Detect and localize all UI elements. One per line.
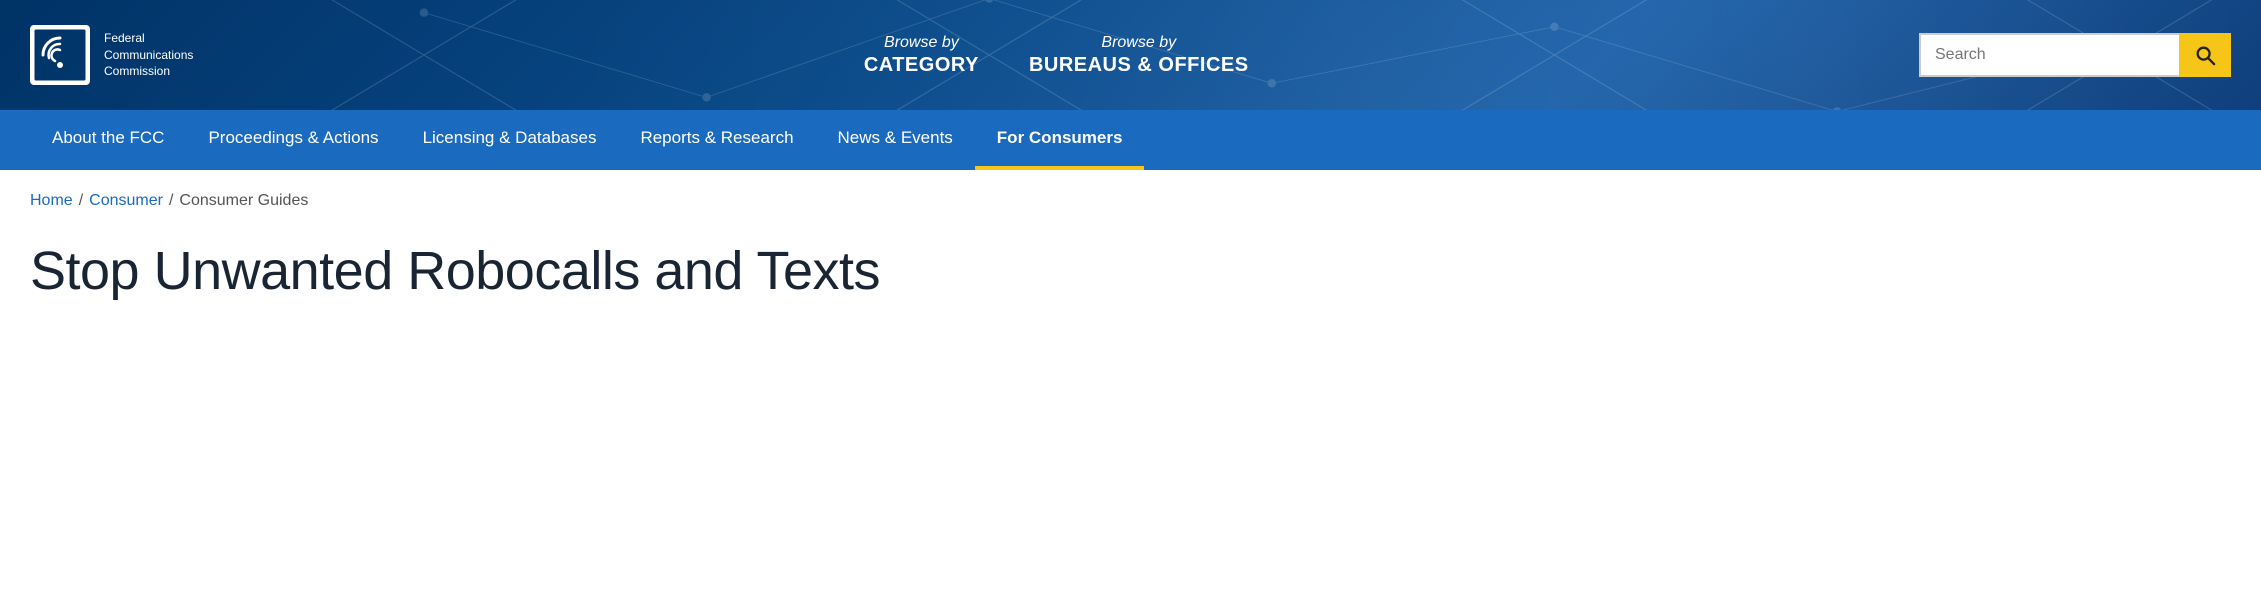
logo-area[interactable]: Federal Communications Commission [30,25,193,85]
browse-bureaus-button[interactable]: Browse by BUREAUS & OFFICES [1029,33,1249,76]
browse-bureaus-prefix: Browse by [1029,33,1249,52]
page-title: Stop Unwanted Robocalls and Texts [30,240,2231,302]
search-input[interactable] [1919,33,2179,77]
breadcrumb: Home / Consumer / Consumer Guides [30,192,2231,210]
nav-item-about[interactable]: About the FCC [30,110,186,170]
breadcrumb-home[interactable]: Home [30,192,73,210]
browse-category-label: CATEGORY [864,53,979,77]
search-button[interactable] [2179,33,2231,77]
site-header: Federal Communications Commission Browse… [0,0,2261,110]
browse-category-prefix: Browse by [864,33,979,52]
breadcrumb-sep-1: / [79,192,83,210]
browse-bureaus-label: BUREAUS & OFFICES [1029,53,1249,77]
page-title-area: Stop Unwanted Robocalls and Texts [0,220,2261,342]
nav-item-proceedings[interactable]: Proceedings & Actions [186,110,400,170]
search-icon [2194,44,2216,66]
breadcrumb-current: Consumer Guides [179,192,308,210]
nav-item-consumers[interactable]: For Consumers [975,110,1145,170]
breadcrumb-area: Home / Consumer / Consumer Guides [0,170,2261,220]
breadcrumb-consumer[interactable]: Consumer [89,192,163,210]
main-nav: About the FCC Proceedings & Actions Lice… [0,110,2261,170]
search-area [1919,33,2231,77]
logo-subtitle: Federal Communications Commission [104,30,193,80]
nav-item-licensing[interactable]: Licensing & Databases [401,110,619,170]
browse-category-button[interactable]: Browse by CATEGORY [864,33,979,76]
fcc-logo-box [30,25,90,85]
breadcrumb-sep-2: / [169,192,173,210]
header-nav-center: Browse by CATEGORY Browse by BUREAUS & O… [864,33,1249,76]
nav-item-reports[interactable]: Reports & Research [618,110,815,170]
nav-item-news[interactable]: News & Events [816,110,975,170]
